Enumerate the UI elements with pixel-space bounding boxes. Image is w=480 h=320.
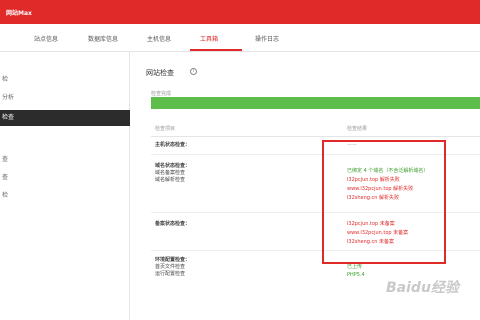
progress-label: 检查完成 [151,91,172,97]
annotation-highlight-box [322,140,446,264]
sidebar: 检 分析 检查 查 查 检 [0,52,130,320]
watermark: Baidu经验 [386,280,459,296]
progress-fill [151,97,480,109]
column-header-item: 检查项目 [155,126,176,132]
sidebar-item-1[interactable]: 检 [0,72,130,88]
table-header: 检查项目 检查结果 [151,123,480,137]
row-value: PHP5.4 [347,272,365,278]
row-value: 已上传 [347,264,363,270]
info-icon[interactable]: i [190,68,197,75]
tab-host-info[interactable]: 主机信息 [147,34,171,43]
row-label: 域名状态检查： [155,163,191,169]
sidebar-item-website-check[interactable]: 检查 [0,110,130,126]
row-sublabel: 首页文件检查 [155,264,186,270]
tab-site-info[interactable]: 站点信息 [34,34,58,43]
tab-database-info[interactable]: 数据库信息 [88,34,118,43]
row-label: 备案状态检查： [155,221,191,227]
sidebar-item-6[interactable]: 查 [0,170,130,186]
row-label: 主机状态检查： [155,142,191,148]
row-sublabel: 域名备案检查 [155,170,186,176]
sidebar-item-4[interactable] [0,134,130,150]
tab-bar: 站点信息 数据库信息 主机信息 工具箱 操作日志 [0,24,480,52]
row-sublabel: 运行配置检查 [155,271,186,277]
column-header-result: 检查结果 [347,126,368,132]
top-bar: 网站Max [0,0,480,24]
progress-bar [151,97,480,109]
sidebar-item-7[interactable]: 检 [0,188,130,204]
section-title: 网站检查 [146,69,174,77]
sidebar-item-2[interactable]: 分析 [0,90,130,106]
row-sublabel: 域名解析检查 [155,177,186,183]
tab-operation-log[interactable]: 操作日志 [255,34,279,43]
tab-toolbox[interactable]: 工具箱 [200,34,218,43]
sidebar-item-5[interactable]: 查 [0,152,130,168]
active-tab-indicator [190,49,242,51]
brand-logo-text: 网站Max [6,10,32,17]
row-label: 环境配置检查： [155,257,191,263]
